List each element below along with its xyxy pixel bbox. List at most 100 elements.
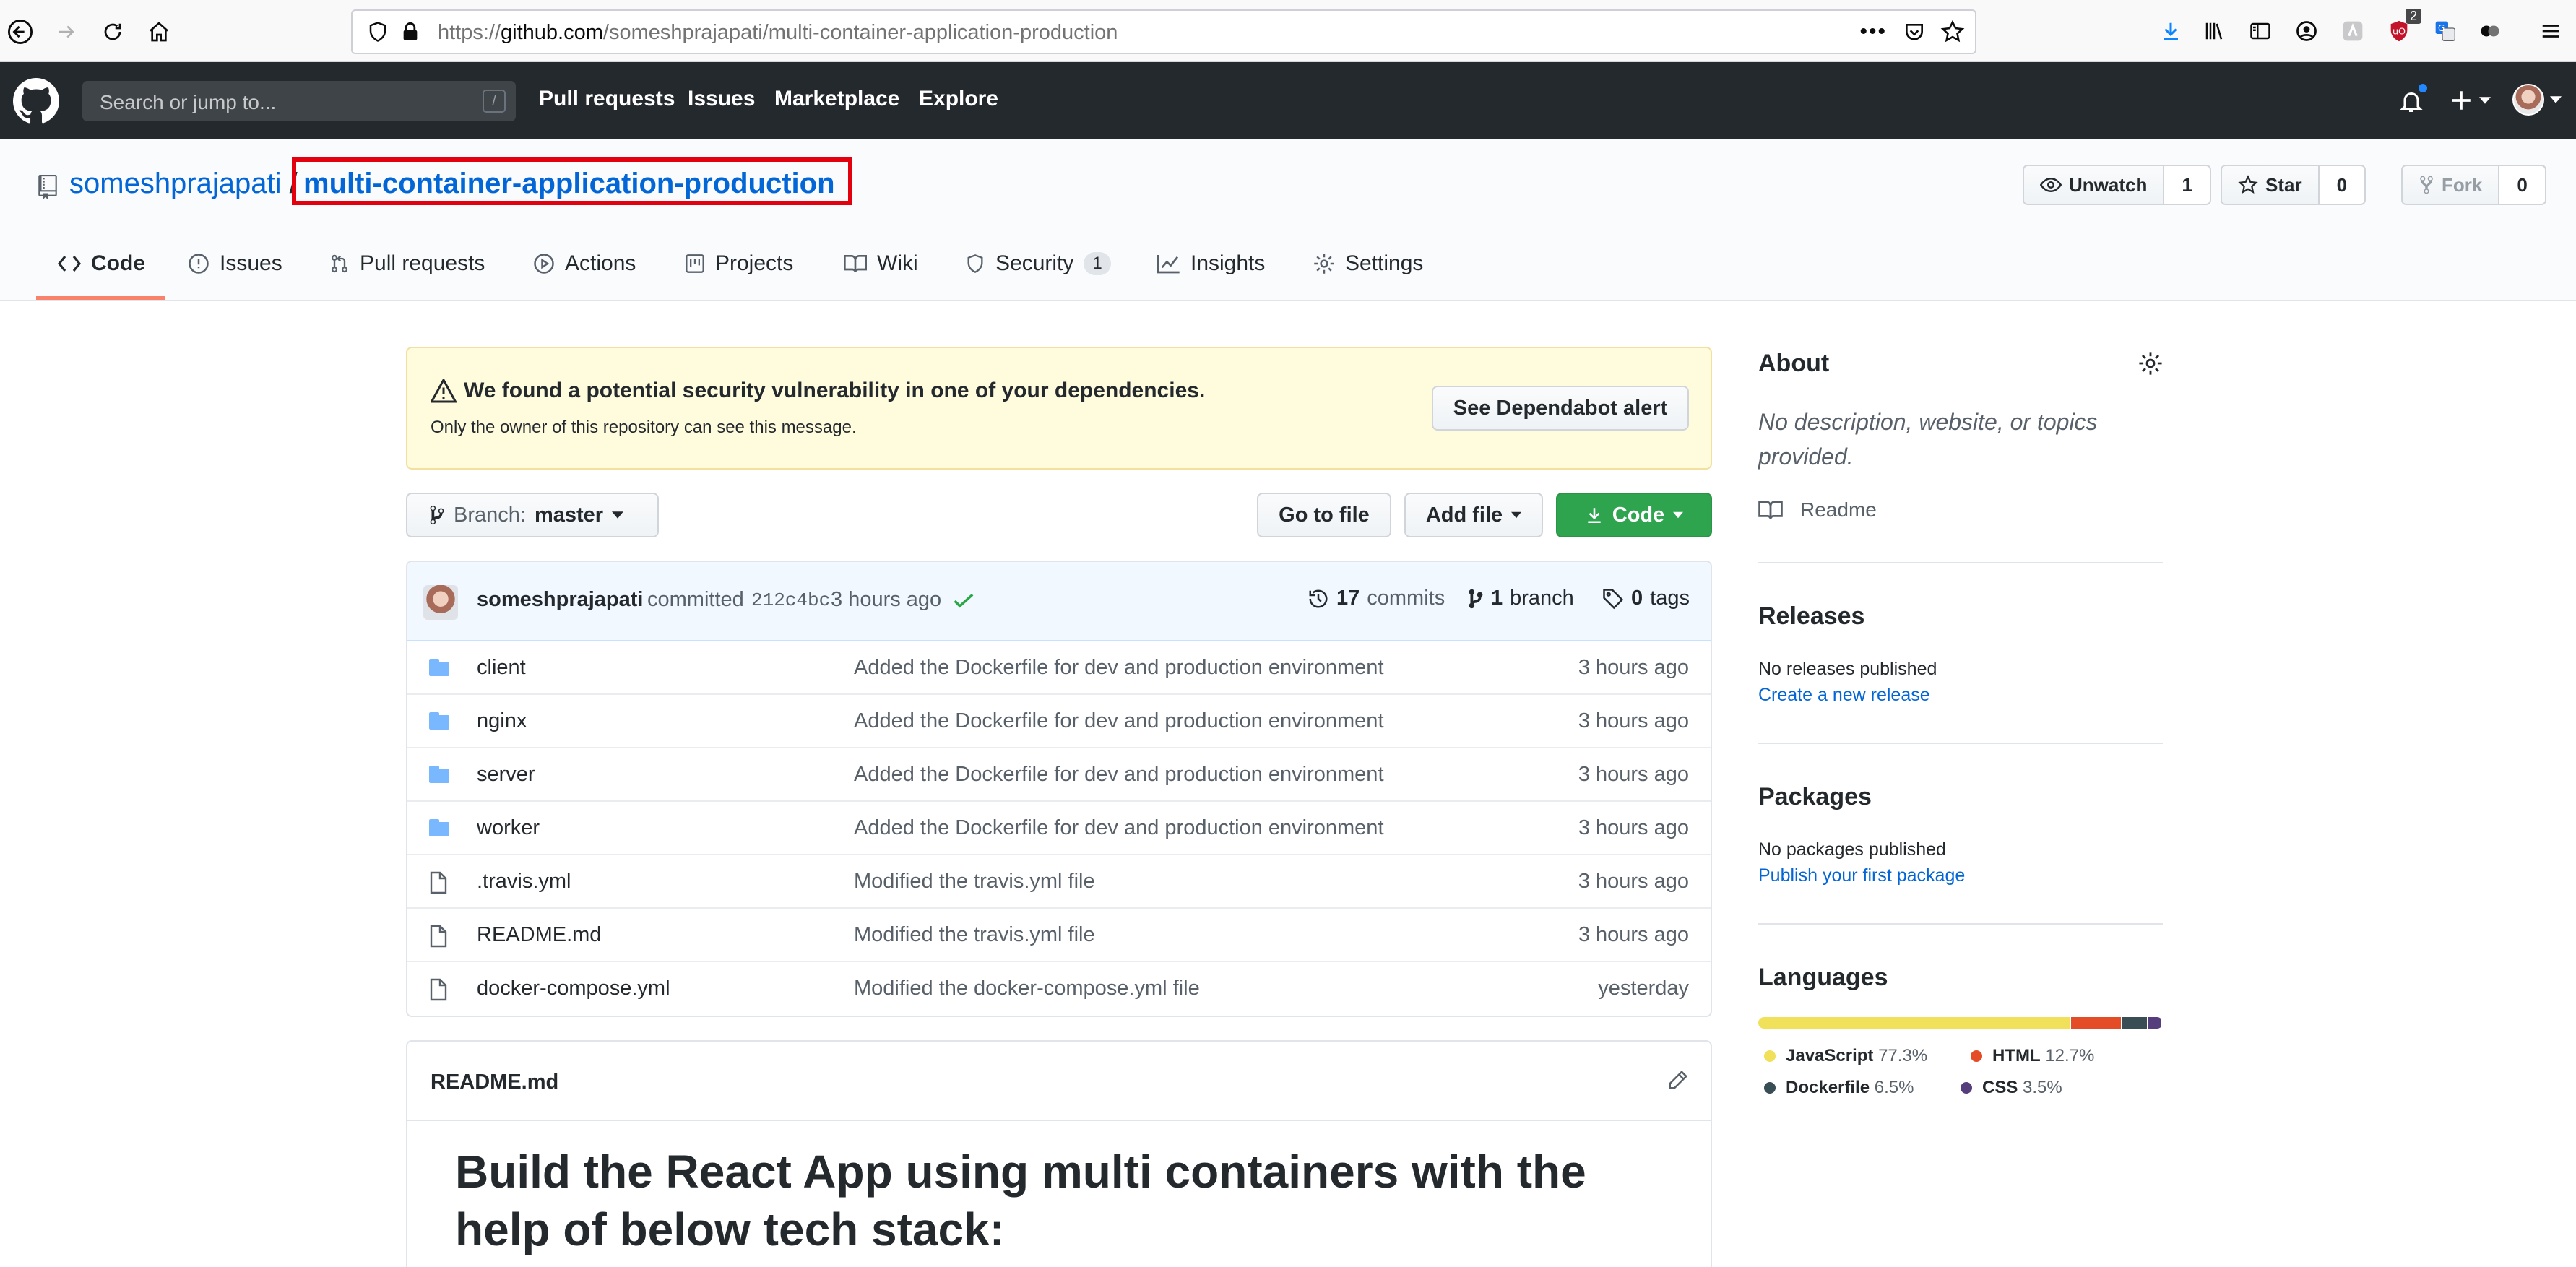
tab-wiki[interactable]: Wiki — [844, 251, 918, 276]
commit-sha-link[interactable]: 212c4bc — [751, 589, 830, 611]
file-row: README.md Modified the travis.yml file 3 h… — [407, 909, 1711, 962]
back-icon[interactable] — [3, 14, 38, 49]
releases-title[interactable]: Releases — [1758, 602, 1864, 631]
commit-author-avatar[interactable] — [423, 585, 458, 620]
branch-select-button[interactable]: Branch: master — [406, 493, 659, 537]
star-button[interactable]: Star — [2222, 166, 2320, 204]
nav-pull-requests[interactable]: Pull requests — [539, 87, 675, 111]
tab-security[interactable]: Security 1 — [965, 251, 1111, 276]
commit-author-link[interactable]: someshprajapati — [477, 588, 643, 612]
lock-icon[interactable] — [400, 21, 420, 43]
tab-code[interactable]: Code — [58, 251, 145, 276]
home-icon[interactable] — [142, 14, 176, 49]
tracking-shield-icon[interactable] — [367, 21, 389, 43]
repo-name-link[interactable]: multi-container-application-production — [303, 168, 835, 200]
tab-projects[interactable]: Projects — [685, 251, 793, 276]
language-item[interactable]: JavaScript 77.3% — [1764, 1046, 1927, 1066]
pencil-icon[interactable] — [1667, 1069, 1689, 1091]
gear-icon[interactable] — [2138, 351, 2163, 376]
commit-message-link[interactable]: Modified the travis.yml file — [854, 923, 1095, 947]
project-icon — [686, 254, 704, 273]
menu-icon[interactable] — [2534, 14, 2567, 48]
language-segment[interactable] — [2148, 1017, 2161, 1029]
add-file-button[interactable]: Add file — [1404, 493, 1543, 537]
packages-title[interactable]: Packages — [1758, 783, 1872, 811]
commit-message-link[interactable]: Added the Dockerfile for dev and product… — [854, 709, 1384, 733]
library-icon[interactable] — [2197, 14, 2231, 48]
fork-button[interactable]: Fork — [2403, 166, 2500, 204]
file-name-link[interactable]: .travis.yml — [477, 870, 571, 894]
sidebar-toggle-icon[interactable] — [2244, 14, 2277, 48]
caret-down-icon — [2550, 96, 2562, 103]
language-item[interactable]: CSS 3.5% — [1961, 1078, 2062, 1098]
fork-count[interactable]: 0 — [2499, 166, 2545, 204]
watch-button-group[interactable]: Unwatch 1 — [2023, 165, 2211, 205]
tab-insights[interactable]: Insights — [1157, 251, 1265, 276]
translate-extension-icon[interactable]: G — [2429, 14, 2462, 48]
account-icon[interactable] — [2290, 14, 2323, 48]
reload-icon[interactable] — [95, 14, 130, 49]
commit-message-link[interactable]: Added the Dockerfile for dev and product… — [854, 763, 1384, 787]
file-name-link[interactable]: server — [477, 763, 535, 787]
plus-icon — [2452, 91, 2471, 110]
nav-explore[interactable]: Explore — [919, 87, 998, 111]
create-release-link[interactable]: Create a new release — [1758, 685, 1930, 706]
watch-count[interactable]: 1 — [2164, 166, 2210, 204]
tab-pull-requests[interactable]: Pull requests — [329, 251, 485, 276]
github-logo-icon[interactable] — [13, 78, 59, 124]
forward-icon[interactable] — [49, 14, 84, 49]
alert-subtitle: Only the owner of this repository can se… — [431, 418, 857, 437]
commit-message-link[interactable]: Modified the travis.yml file — [854, 870, 1095, 894]
go-to-file-button[interactable]: Go to file — [1257, 493, 1391, 537]
commit-message-link[interactable]: Added the Dockerfile for dev and product… — [854, 656, 1384, 680]
download-icon[interactable] — [2154, 14, 2187, 48]
about-description: No description, website, or topics provi… — [1758, 409, 2098, 470]
dependabot-alert-button[interactable]: See Dependabot alert — [1432, 386, 1689, 431]
caret-down-icon — [1673, 511, 1684, 519]
star-button-group[interactable]: Star 0 — [2221, 165, 2367, 205]
create-new-dropdown[interactable] — [2449, 88, 2491, 113]
page-actions-icon[interactable]: ••• — [1859, 20, 1887, 44]
file-name-link[interactable]: worker — [477, 816, 540, 840]
tags-link[interactable]: 0 tags — [1602, 587, 1690, 610]
language-segment[interactable] — [2070, 1017, 2121, 1029]
pull-request-icon — [331, 254, 348, 273]
check-icon[interactable] — [954, 592, 974, 610]
address-bar[interactable]: https://github.com/someshprajapati/multi… — [351, 9, 1976, 54]
language-item[interactable]: HTML 12.7% — [1971, 1046, 2094, 1066]
publish-package-link[interactable]: Publish your first package — [1758, 865, 1965, 886]
tab-settings[interactable]: Settings — [1313, 251, 1423, 276]
commits-link[interactable]: 17 commits — [1308, 587, 1445, 610]
star-count[interactable]: 0 — [2319, 166, 2365, 204]
language-segment[interactable] — [1758, 1017, 2070, 1029]
file-name-link[interactable]: docker-compose.yml — [477, 977, 670, 1000]
ublock-extension-icon[interactable]: uO 2 — [2382, 9, 2421, 48]
search-input[interactable]: Search or jump to... / — [82, 81, 516, 121]
watch-button[interactable]: Unwatch — [2024, 166, 2165, 204]
notification-bell-icon[interactable] — [2398, 82, 2429, 116]
branches-link[interactable]: 1 branch — [1468, 587, 1574, 610]
file-name-link[interactable]: README.md — [477, 923, 601, 947]
fork-button-group[interactable]: Fork 0 — [2401, 165, 2546, 205]
tab-issues[interactable]: Issues — [188, 251, 282, 276]
readme-filename: README.md — [431, 1071, 559, 1094]
language-item[interactable]: Dockerfile 6.5% — [1764, 1078, 1914, 1098]
multi-account-extension-icon[interactable] — [2473, 14, 2507, 48]
nav-marketplace[interactable]: Marketplace — [774, 87, 899, 111]
repo-owner-link[interactable]: someshprajapati / — [69, 168, 298, 200]
user-menu-dropdown[interactable] — [2512, 84, 2562, 116]
tab-actions[interactable]: Actions — [533, 251, 636, 276]
code-download-button[interactable]: Code — [1556, 493, 1712, 537]
pocket-icon[interactable] — [1903, 21, 1926, 44]
commit-message-link[interactable]: Added the Dockerfile for dev and product… — [854, 816, 1384, 840]
commit-message-link[interactable]: Modified the docker-compose.yml file — [854, 977, 1200, 1000]
extension-icon[interactable] — [2336, 14, 2369, 48]
language-segment[interactable] — [2122, 1017, 2148, 1029]
fork-icon — [2420, 176, 2433, 194]
bookmark-star-icon[interactable] — [1940, 20, 1965, 44]
caret-down-icon — [1511, 511, 1522, 519]
file-name-link[interactable]: client — [477, 656, 526, 680]
file-name-link[interactable]: nginx — [477, 709, 527, 733]
nav-issues[interactable]: Issues — [688, 87, 755, 111]
readme-link[interactable]: Readme — [1758, 498, 1877, 522]
